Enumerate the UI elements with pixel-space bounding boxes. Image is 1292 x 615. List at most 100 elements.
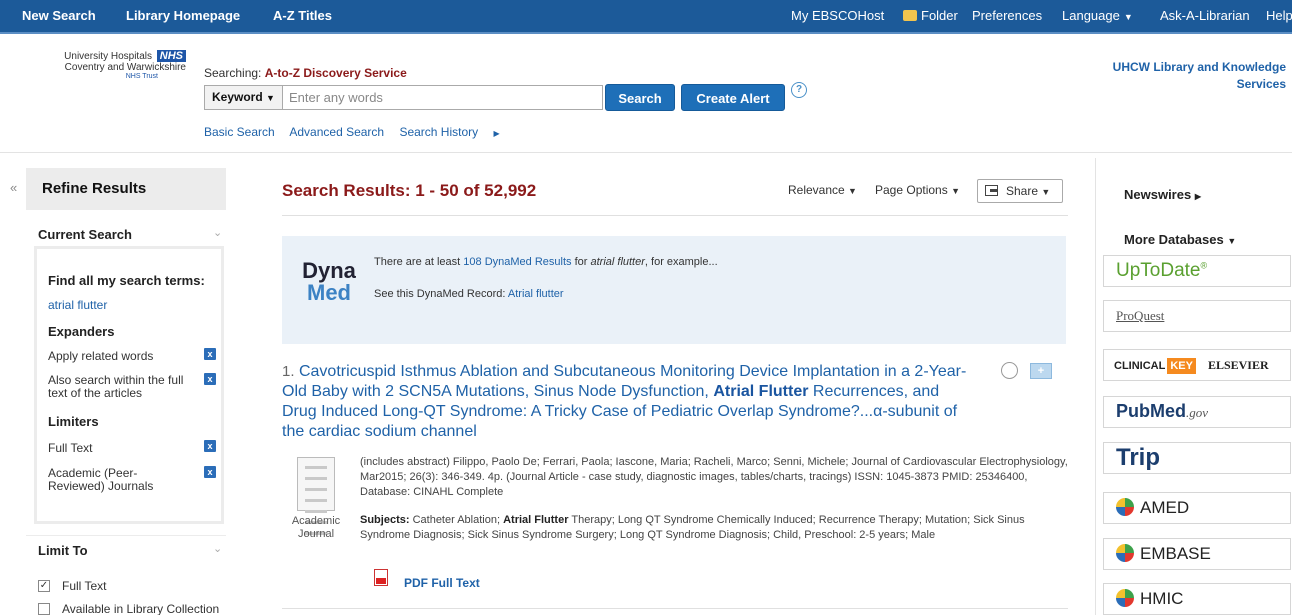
pdf-full-text-link[interactable]: PDF Full Text — [404, 576, 480, 590]
result-details: (includes abstract) Filippo, Paolo De; F… — [360, 456, 1068, 498]
help-link[interactable]: Help — [1266, 0, 1292, 32]
pubmed-tile[interactable]: PubMed.gov — [1103, 396, 1291, 428]
search-history-link[interactable]: Search History ▶ — [399, 125, 511, 139]
logo-line1: University Hospitals — [64, 51, 152, 62]
globe-icon — [1116, 589, 1134, 607]
dynamed-results-link[interactable]: 108 DynaMed Results — [463, 256, 571, 268]
result-divider — [282, 608, 1068, 609]
dynamed-logo-top: Dyna — [302, 258, 356, 283]
caret-down-icon: ▼ — [951, 186, 960, 196]
basic-search-link[interactable]: Basic Search — [204, 125, 275, 139]
dynamed-text: for — [574, 256, 588, 268]
expander-full-text-search: Also search within the full text of the … — [48, 373, 184, 400]
full-text-checkbox-label: Full Text — [62, 579, 107, 593]
share-button[interactable]: Share ▼ — [977, 179, 1063, 203]
search-button[interactable]: Search — [605, 84, 675, 111]
limiters-heading: Limiters — [48, 414, 99, 429]
create-alert-button[interactable]: Create Alert — [681, 84, 785, 111]
language-dropdown[interactable]: Language ▼ — [1062, 0, 1133, 32]
library-collection-checkbox[interactable] — [38, 603, 50, 615]
amed-tile[interactable]: AMED — [1103, 492, 1291, 524]
right-column-divider — [1095, 158, 1096, 615]
folder-label: Folder — [921, 8, 958, 23]
caret-right-icon: ▶ — [1194, 192, 1201, 201]
trip-tile[interactable]: Trip — [1103, 442, 1291, 474]
hmic-tile[interactable]: HMIC — [1103, 583, 1291, 615]
current-search-heading[interactable]: Current Search — [38, 227, 132, 242]
searching-line: Searching: A-to-Z Discovery Service — [204, 66, 407, 80]
dynamed-record-link[interactable]: Atrial flutter — [508, 288, 564, 300]
left-divider — [26, 535, 226, 536]
field-select-dropdown[interactable]: Keyword ▼ — [204, 85, 283, 110]
embase-tile[interactable]: EMBASE — [1103, 538, 1291, 570]
limit-to-heading[interactable]: Limit To — [38, 543, 88, 558]
preferences-link[interactable]: Preferences — [972, 0, 1042, 32]
caret-down-icon: ▼ — [1123, 12, 1133, 22]
result-number: 1. — [282, 363, 295, 380]
subjects-text: Catheter Ablation; — [412, 514, 501, 526]
more-databases-dropdown[interactable]: More Databases ▼ — [1124, 232, 1236, 247]
caret-down-icon: ▼ — [1041, 187, 1051, 197]
az-titles-link[interactable]: A-Z Titles — [273, 0, 332, 32]
library-name-link[interactable]: UHCW Library and Knowledge Services — [1086, 59, 1286, 93]
caret-down-icon: ▼ — [266, 93, 275, 103]
share-label: Share — [1006, 184, 1039, 198]
newswires-link[interactable]: Newswires ▶ — [1124, 187, 1201, 202]
advanced-search-link[interactable]: Advanced Search — [289, 125, 384, 139]
search-term-link[interactable]: atrial flutter — [48, 298, 107, 312]
add-to-folder-icon[interactable]: + — [1030, 363, 1052, 379]
chevron-down-icon[interactable]: ⌄ — [213, 226, 222, 239]
full-text-checkbox[interactable]: ✓ — [38, 580, 50, 592]
hmic-label: HMIC — [1140, 589, 1184, 608]
caret-right-icon: ▶ — [493, 129, 500, 138]
remove-limiter-icon[interactable]: x — [204, 440, 216, 452]
results-divider — [282, 215, 1068, 216]
logo-line3: NHS Trust — [125, 73, 158, 80]
library-collection-label: Available in Library Collection — [62, 602, 220, 615]
collapse-panel-icon[interactable]: « — [10, 180, 17, 195]
preview-magnifier-icon[interactable] — [1001, 362, 1018, 379]
my-ebscohost-link[interactable]: My EBSCOHost — [791, 0, 884, 32]
remove-expander-icon[interactable]: x — [204, 373, 216, 385]
caret-down-icon: ▼ — [848, 186, 857, 196]
share-icon — [985, 185, 998, 196]
find-all-terms-label: Find all my search terms: — [48, 273, 205, 288]
search-history-label: Search History — [399, 125, 479, 139]
logo-line2: Coventry and Warwickshire — [64, 62, 186, 73]
relevance-label: Relevance — [788, 183, 845, 197]
clinicalkey-tile[interactable]: CLINICAL KEY ELSEVIER — [1103, 349, 1291, 381]
new-search-link[interactable]: New Search — [22, 0, 96, 32]
folder-link[interactable]: Folder — [903, 0, 958, 32]
remove-expander-icon[interactable]: x — [204, 348, 216, 360]
registered-mark: ® — [1200, 260, 1208, 271]
pubmed-gov-label: .gov — [1186, 405, 1209, 420]
chevron-down-icon[interactable]: ⌄ — [213, 542, 222, 555]
pubmed-label: PubMed — [1116, 401, 1186, 421]
ask-a-librarian-link[interactable]: Ask-A-Librarian — [1160, 0, 1250, 32]
help-icon[interactable]: ? — [791, 82, 807, 98]
uptodate-label: UpToDate — [1116, 260, 1201, 281]
library-homepage-link[interactable]: Library Homepage — [126, 0, 240, 32]
search-input[interactable] — [282, 85, 603, 110]
globe-icon — [1116, 544, 1134, 562]
nhs-trust-logo: University Hospitals NHS Coventry and Wa… — [26, 50, 186, 80]
uptodate-tile[interactable]: UpToDate® — [1103, 255, 1291, 287]
result-title-link[interactable]: 1. Cavotricuspid Isthmus Ablation and Su… — [282, 362, 972, 442]
caret-down-icon: ▼ — [1227, 236, 1237, 246]
proquest-tile[interactable]: ProQuest — [1103, 300, 1291, 332]
searching-database[interactable]: A-to-Z Discovery Service — [265, 66, 407, 80]
top-navigation-bar: New Search Library Homepage A-Z Titles M… — [0, 0, 1292, 34]
embase-label: EMBASE — [1140, 544, 1211, 563]
limiter-full-text: Full Text — [48, 441, 93, 455]
page-options-dropdown[interactable]: Page Options ▼ — [875, 183, 960, 197]
relevance-dropdown[interactable]: Relevance ▼ — [788, 183, 857, 197]
result-title-highlight: Atrial Flutter — [713, 383, 809, 400]
elsevier-label: ELSEVIER — [1207, 358, 1269, 372]
subjects-highlight: Atrial Flutter — [503, 514, 569, 526]
pdf-icon[interactable] — [374, 569, 388, 586]
expanders-heading: Expanders — [48, 324, 115, 339]
dynamed-logo: Dyna Med — [302, 260, 356, 304]
remove-limiter-icon[interactable]: x — [204, 466, 216, 478]
clinical-label: CLINICAL — [1114, 360, 1166, 372]
dynamed-panel: Dyna Med There are at least 108 DynaMed R… — [282, 236, 1066, 344]
